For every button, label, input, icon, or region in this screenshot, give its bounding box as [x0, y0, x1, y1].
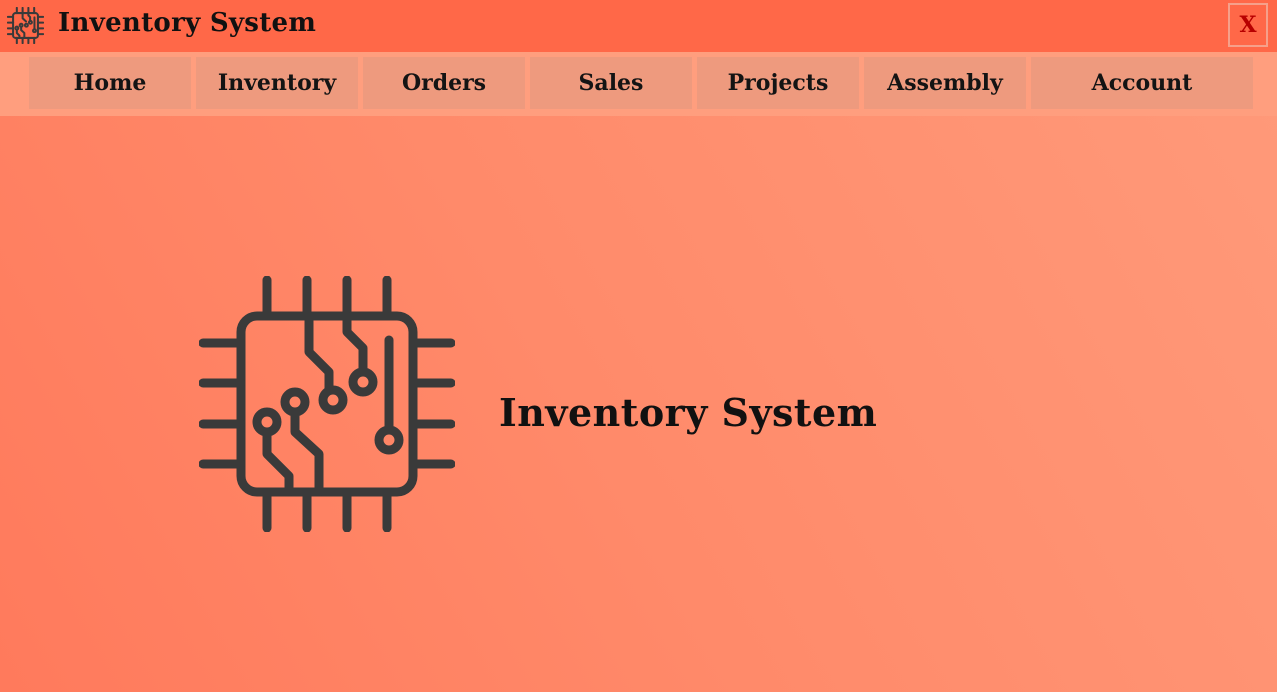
nav-account-button[interactable]: Account	[1031, 57, 1253, 109]
nav-inventory-button[interactable]: Inventory	[196, 57, 358, 109]
close-button[interactable]: X	[1228, 3, 1268, 47]
window-title: Inventory System	[58, 8, 317, 38]
circuit-chip-icon	[199, 276, 455, 532]
circuit-chip-icon	[7, 7, 44, 44]
nav-home-button[interactable]: Home	[29, 57, 191, 109]
nav-orders-button[interactable]: Orders	[363, 57, 525, 109]
nav-projects-button[interactable]: Projects	[697, 57, 859, 109]
nav-sales-button[interactable]: Sales	[530, 57, 692, 109]
nav-bar: Home Inventory Orders Sales Projects Ass…	[0, 52, 1277, 116]
hero-title: Inventory System	[499, 390, 878, 435]
title-bar[interactable]: Inventory System X	[0, 0, 1277, 52]
app-window: Inventory System X Home Inventory Orders…	[0, 0, 1277, 692]
nav-assembly-button[interactable]: Assembly	[864, 57, 1026, 109]
